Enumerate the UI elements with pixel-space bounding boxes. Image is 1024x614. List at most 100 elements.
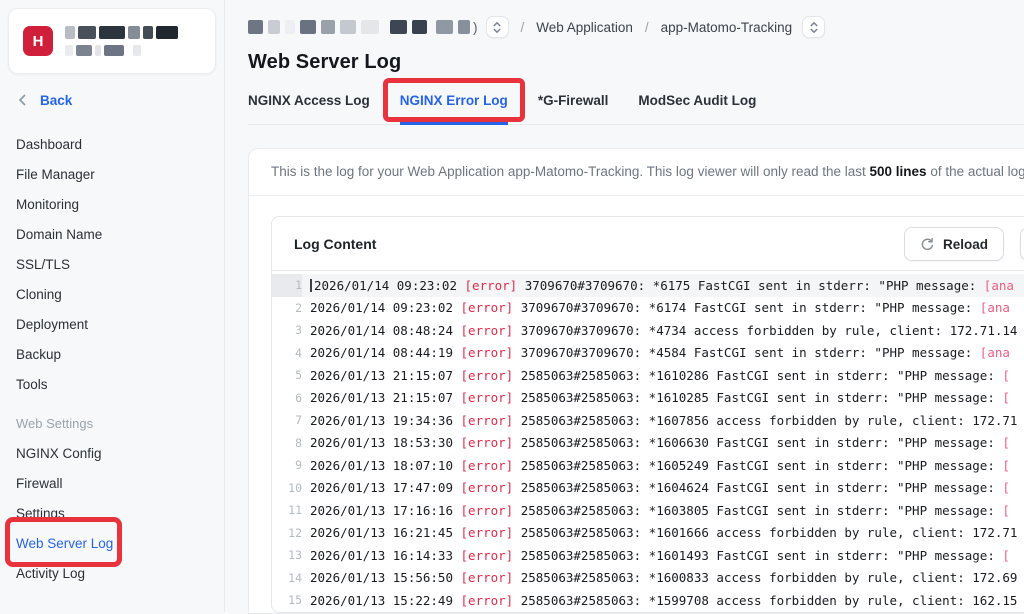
log-line[interactable]: 5 2026/01/13 21:15:07 [error] 2585063#258… — [272, 364, 1024, 387]
sidebar-item-label: Cloning — [16, 280, 62, 310]
log-line-number: 1 — [272, 274, 302, 297]
log-line-number: 4 — [272, 346, 302, 360]
log-panel: Log Content Reload 1 2026/01/14 09:23:02 … — [271, 216, 1024, 613]
log-line-text: 2026/01/13 17:47:09 [error] 2585063#2585… — [310, 480, 1010, 495]
log-content: 1 2026/01/14 09:23:02 [error] 3709670#370… — [272, 271, 1024, 612]
info-banner: This is the log for your Web Application… — [249, 149, 1024, 196]
reload-icon — [920, 237, 935, 252]
log-line[interactable]: 4 2026/01/14 08:44:19 [error] 3709670#370… — [272, 342, 1024, 365]
sidebar-item-ssl-tls[interactable]: SSL/TLS — [0, 250, 224, 280]
breadcrumb-item-web-application[interactable]: Web Application — [536, 20, 633, 35]
log-line-text: 2026/01/14 09:23:02 [error] 3709670#3709… — [310, 278, 1014, 293]
back-label: Back — [40, 93, 72, 108]
log-line-number: 5 — [272, 368, 302, 382]
chevron-left-icon — [18, 94, 26, 106]
log-line[interactable]: 11 2026/01/13 17:16:16 [error] 2585063#25… — [272, 499, 1024, 522]
sidebar-item-web-server-log[interactable]: Web Server Log — [0, 529, 224, 559]
sidebar-item-label: SSL/TLS — [16, 250, 70, 280]
sidebar-item-label: Tools — [16, 370, 48, 400]
breadcrumb-separator: / — [645, 20, 649, 35]
log-line-number: 12 — [272, 526, 302, 540]
sidebar-item-backup[interactable]: Backup — [0, 340, 224, 370]
app-selector-button[interactable] — [802, 16, 825, 38]
sidebar-item-label: Domain Name — [16, 220, 102, 250]
log-line-text: 2026/01/14 09:23:02 [error] 3709670#3709… — [310, 300, 1010, 315]
log-line[interactable]: 14 2026/01/13 15:56:50 [error] 2585063#25… — [272, 567, 1024, 590]
sidebar-item-activity-log[interactable]: Activity Log — [0, 559, 224, 589]
content-card: This is the log for your Web Application… — [248, 148, 1024, 614]
log-line[interactable]: 10 2026/01/13 17:47:09 [error] 2585063#25… — [272, 477, 1024, 500]
sidebar-item-label: File Manager — [16, 160, 95, 190]
log-line-text: 2026/01/14 08:44:19 [error] 3709670#3709… — [310, 345, 1010, 360]
log-line[interactable]: 92026/01/13 18:07:10 [error] 2585063#258… — [272, 454, 1024, 477]
sidebar-item-label: Backup — [16, 340, 61, 370]
sidebar-section-label: Web Settings — [0, 409, 224, 439]
breadcrumb-item-app[interactable]: app-Matomo-Tracking — [661, 20, 793, 35]
sidebar-nav-websettings: NGINX ConfigFirewallSettingsWeb Server L… — [0, 439, 224, 589]
sidebar-item-settings[interactable]: Settings — [0, 499, 224, 529]
log-panel-title: Log Content — [294, 236, 376, 252]
log-line[interactable]: 2 2026/01/14 09:23:02 [error] 3709670#370… — [272, 297, 1024, 320]
log-line-number: 7 — [272, 413, 302, 427]
redacted-account-text — [65, 26, 178, 56]
tab-nginx-access-log[interactable]: NGINX Access Log — [248, 93, 370, 125]
log-line[interactable]: 32026/01/14 08:48:24 [error] 3709670#370… — [272, 319, 1024, 342]
log-line[interactable]: 7 2026/01/13 19:34:36 [error] 2585063#258… — [272, 409, 1024, 432]
tab-modsec-audit-log[interactable]: ModSec Audit Log — [638, 93, 756, 125]
log-line[interactable]: 1 2026/01/14 09:23:02 [error] 3709670#370… — [272, 274, 1024, 297]
log-line-text: 2026/01/13 18:53:30 [error] 2585063#2585… — [310, 435, 1010, 450]
log-line[interactable]: 132026/01/13 16:14:33 [error] 2585063#25… — [272, 544, 1024, 567]
log-line-number: 10 — [272, 481, 302, 495]
text-caret — [310, 279, 312, 292]
log-line-text: 2026/01/13 15:22:49 [error] 2585063#2585… — [310, 593, 1017, 608]
banner-bold: 500 lines — [870, 164, 927, 179]
server-selector-button[interactable] — [486, 16, 509, 38]
tab-nginx-error-log[interactable]: NGINX Error Log — [400, 93, 508, 125]
sidebar-item-nginx-config[interactable]: NGINX Config — [0, 439, 224, 469]
reload-button[interactable]: Reload — [904, 227, 1004, 261]
sidebar-item-deployment[interactable]: Deployment — [0, 310, 224, 340]
sidebar-item-dashboard[interactable]: Dashboard — [0, 130, 224, 160]
back-button[interactable]: Back — [18, 92, 224, 108]
log-panel-actions: Reload — [904, 227, 1024, 261]
breadcrumb: ) / Web Application / app-Matomo-Trackin… — [248, 16, 1024, 38]
log-line[interactable]: 15 2026/01/13 15:22:49 [error] 2585063#25… — [272, 589, 1024, 612]
log-line-number: 11 — [272, 503, 302, 517]
sidebar-item-label: NGINX Config — [16, 439, 102, 469]
sidebar-item-firewall[interactable]: Firewall — [0, 469, 224, 499]
redacted-breadcrumb-text — [248, 20, 470, 34]
tab--g-firewall[interactable]: *G-Firewall — [538, 93, 609, 125]
log-line[interactable]: 8 2026/01/13 18:53:30 [error] 2585063#258… — [272, 432, 1024, 455]
secondary-action-button[interactable] — [1020, 227, 1024, 261]
log-line-number: 14 — [272, 571, 302, 585]
log-line-number: 8 — [272, 436, 302, 450]
sidebar-item-monitoring[interactable]: Monitoring — [0, 190, 224, 220]
log-line-number: 2 — [272, 301, 302, 315]
sidebar-item-file-manager[interactable]: File Manager — [0, 160, 224, 190]
log-line-text: 2026/01/14 08:48:24 [error] 3709670#3709… — [310, 323, 1017, 338]
tab-bar: NGINX Access Log NGINX Error Log *G-Firewa… — [248, 93, 1024, 125]
log-line-text: 2026/01/13 16:14:33 [error] 2585063#2585… — [310, 548, 1010, 563]
sidebar-item-label: Web Server Log — [16, 529, 113, 559]
log-line[interactable]: 122026/01/13 16:21:45 [error] 2585063#25… — [272, 522, 1024, 545]
page-title: Web Server Log — [248, 51, 1024, 74]
log-line-number: 6 — [272, 391, 302, 405]
main-content: ) / Web Application / app-Matomo-Trackin… — [225, 0, 1024, 612]
log-line-text: 2026/01/13 21:15:07 [error] 2585063#2585… — [310, 368, 1010, 383]
log-line-text: 2026/01/13 21:15:07 [error] 2585063#2585… — [310, 390, 1010, 405]
sidebar-item-domain-name[interactable]: Domain Name — [0, 220, 224, 250]
log-line-number: 15 — [272, 593, 302, 607]
sidebar-nav: DashboardFile ManagerMonitoringDomain Na… — [0, 130, 224, 400]
log-line[interactable]: 6 2026/01/13 21:15:07 [error] 2585063#258… — [272, 387, 1024, 410]
sidebar-item-cloning[interactable]: Cloning — [0, 280, 224, 310]
sidebar-item-label: Monitoring — [16, 190, 79, 220]
log-line-text: 2026/01/13 15:56:50 [error] 2585063#2585… — [310, 570, 1017, 585]
sidebar-item-label: Settings — [16, 499, 65, 529]
breadcrumb-paren: ) — [473, 20, 478, 35]
sidebar-item-label: Activity Log — [16, 559, 85, 589]
account-card[interactable]: H — [8, 8, 216, 74]
log-line-text: 2026/01/13 17:16:16 [error] 2585063#2585… — [310, 503, 1010, 518]
sidebar-item-tools[interactable]: Tools — [0, 370, 224, 400]
log-line-text: 2026/01/13 19:34:36 [error] 2585063#2585… — [310, 413, 1017, 428]
reload-label: Reload — [943, 237, 988, 252]
